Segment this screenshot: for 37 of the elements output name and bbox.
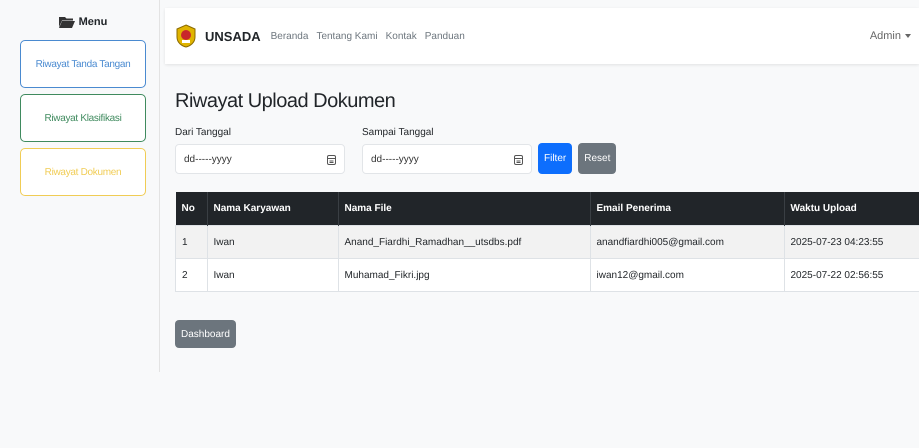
column-header: Email Penerima [590, 192, 784, 226]
table-cell: Iwan [207, 258, 338, 292]
nav-link[interactable]: Kontak [386, 30, 417, 42]
nav-link[interactable]: Panduan [424, 30, 465, 42]
column-header: Waktu Upload [784, 192, 919, 226]
dashboard-button[interactable]: Dashboard [175, 320, 236, 348]
column-header: Nama File [338, 192, 590, 226]
table-cell: iwan12@gmail.com [590, 258, 784, 292]
date-field[interactable]: dd-----yyyy [175, 144, 345, 174]
field-label: Dari Tanggal [175, 127, 232, 138]
caret-icon[interactable] [905, 34, 911, 38]
university-logo-icon [175, 24, 197, 48]
table-cell: 2025-07-23 04:23:55 [784, 226, 919, 258]
table-cell: 2025-07-22 02:56:55 [784, 258, 919, 292]
sidebar-item[interactable]: Riwayat Klasifikasi [20, 94, 146, 142]
date-field[interactable]: dd-----yyyy [362, 144, 532, 174]
table-cell: Muhamad_Fikri.jpg [338, 258, 590, 292]
nav-link[interactable]: Beranda [270, 30, 308, 42]
table-cell: Anand_Fiardhi_Ramadhan__utsdbs.pdf [338, 226, 590, 258]
reset-button[interactable]: Reset [578, 143, 616, 174]
table-cell: 1 [176, 226, 207, 258]
brand-name[interactable]: UNSADA [205, 28, 261, 44]
table-cell: Iwan [207, 226, 338, 258]
page-title: Riwayat Upload Dokumen [175, 90, 396, 113]
column-header: No [176, 192, 207, 226]
table-cell: 2 [176, 258, 207, 292]
calendar-icon [514, 154, 523, 165]
nav-link[interactable]: Tentang Kami [316, 30, 378, 42]
column-header: Nama Karyawan [207, 192, 338, 226]
menu-heading: Menu [78, 16, 108, 28]
calendar-icon [327, 154, 336, 165]
folder-icon [58, 16, 75, 28]
table-cell: anandfiardhi005@gmail.com [590, 226, 784, 258]
sidebar-item[interactable]: Riwayat Tanda Tangan [20, 40, 146, 88]
filter-button[interactable]: Filter [538, 143, 572, 174]
user-menu[interactable]: Admin [870, 30, 901, 42]
field-label: Sampai Tanggal [362, 127, 435, 138]
